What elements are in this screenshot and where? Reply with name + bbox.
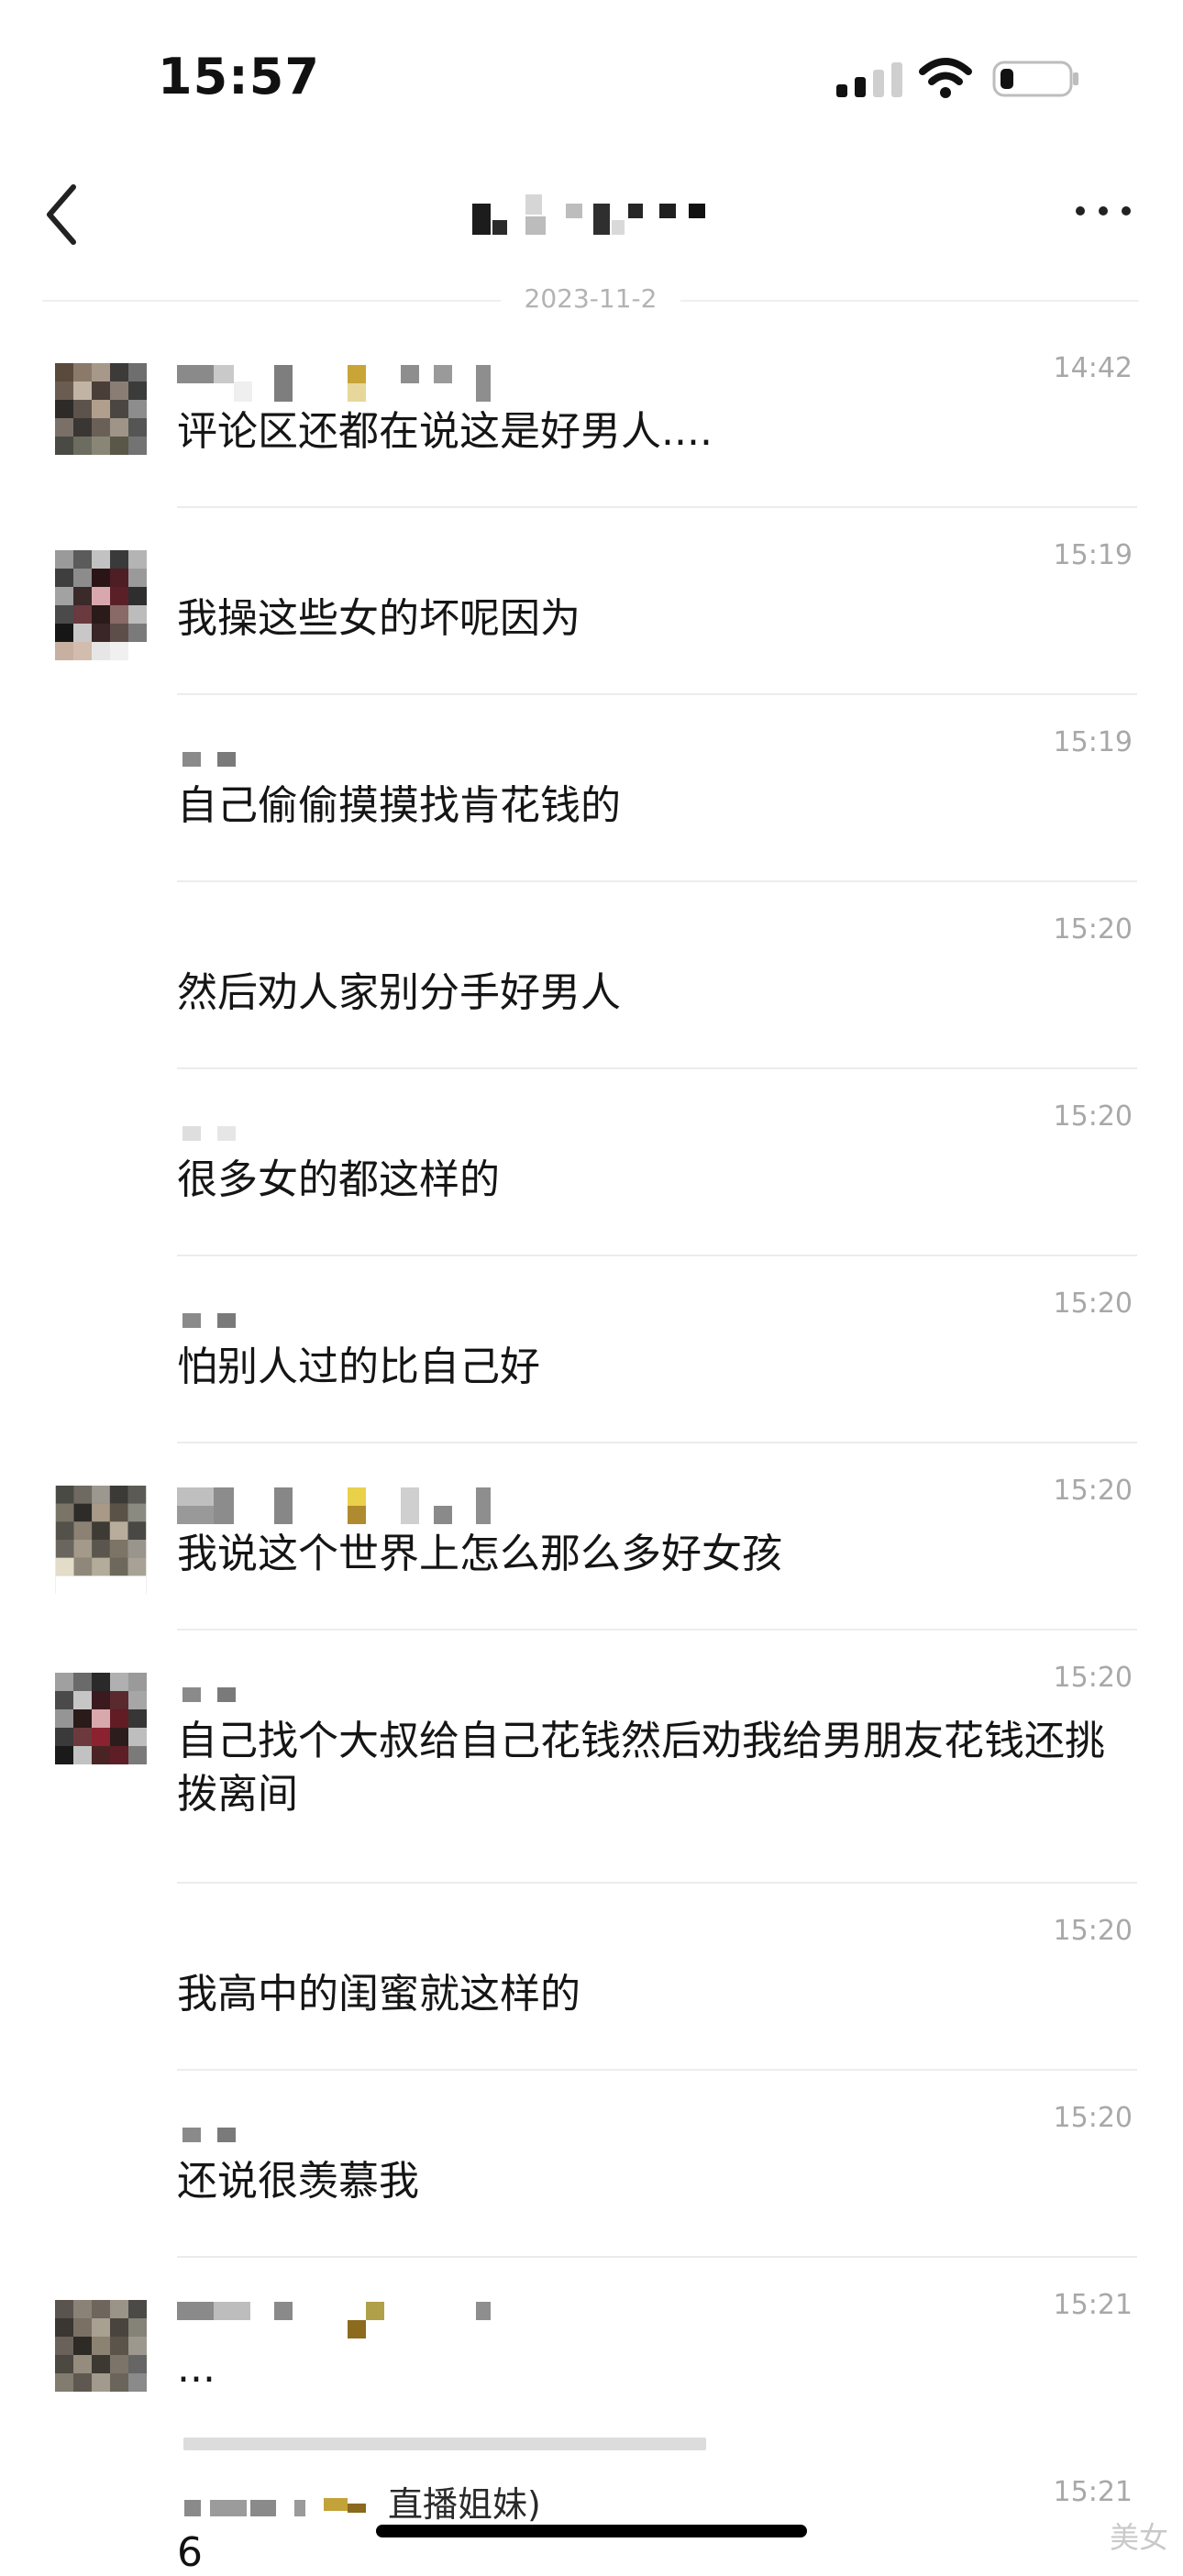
- message-time: 15:20: [1053, 2102, 1133, 2134]
- message-text: 很多女的都这样的: [177, 1156, 500, 1203]
- message-item[interactable]: 14:42 评论区还都在说这是好男人....: [0, 321, 1183, 508]
- message-item[interactable]: 15:20 还说很羡慕我: [0, 2071, 1183, 2258]
- message-time: 15:20: [1053, 1475, 1133, 1507]
- date-label: 2023-11-2: [524, 283, 658, 314]
- message-item[interactable]: 15:19 我操这些女的坏呢因为: [0, 508, 1183, 695]
- message-time: 15:21: [1053, 2476, 1133, 2508]
- avatar[interactable]: [55, 363, 147, 455]
- chat-header: [0, 156, 1183, 284]
- message-time: 15:19: [1053, 539, 1133, 571]
- message-time: 15:20: [1053, 1288, 1133, 1320]
- wifi-icon: [919, 58, 972, 98]
- chat-title-mosaic: [472, 194, 705, 235]
- sender-name-mosaic: [184, 2497, 366, 2516]
- sender-name-suffix: 直播姐妹): [388, 2484, 541, 2525]
- home-indicator[interactable]: [376, 2525, 807, 2537]
- battery-icon: [992, 61, 1078, 97]
- message-item[interactable]: 15:20 自己找个大叔给自己花钱然后劝我给男朋友花钱还挑拨离间: [0, 1631, 1183, 1884]
- last-message-sender: 直播姐妹): [177, 2476, 541, 2526]
- date-divider: 2023-11-2: [42, 280, 1139, 320]
- avatar[interactable]: [55, 550, 147, 660]
- sender-name-mosaic: [182, 2128, 236, 2142]
- message-text: 6: [177, 2529, 203, 2576]
- sender-name-mosaic: [177, 365, 491, 402]
- watermark: 美女: [1109, 2520, 1168, 2555]
- sender-name-mosaic: [177, 2302, 491, 2338]
- message-text: 我高中的闺蜜就这样的: [177, 1971, 580, 2018]
- message-time: 15:21: [1053, 2289, 1133, 2321]
- message-item[interactable]: 15:20 很多女的都这样的: [0, 1069, 1183, 1256]
- sender-name-mosaic: [182, 752, 236, 767]
- message-text: 然后劝人家别分手好男人: [177, 969, 621, 1016]
- message-time: 15:20: [1053, 1915, 1133, 1947]
- message-item[interactable]: 15:20 怕别人过的比自己好: [0, 1256, 1183, 1443]
- message-item[interactable]: 15:19 自己偷偷摸摸找肯花钱的: [0, 695, 1183, 882]
- avatar[interactable]: [55, 1673, 147, 1783]
- horizontal-scroll-indicator: [183, 2438, 706, 2450]
- message-text: 怕别人过的比自己好: [177, 1343, 540, 1390]
- sender-name-mosaic: [182, 1687, 236, 1702]
- message-item[interactable]: 15:20 然后劝人家别分手好男人: [0, 882, 1183, 1069]
- cellular-signal-icon: [836, 62, 902, 97]
- message-time: 15:20: [1053, 913, 1133, 945]
- sender-name-mosaic: [177, 1487, 491, 1524]
- message-time: 15:19: [1053, 726, 1133, 758]
- message-text: 我说这个世界上怎么那么多好女孩: [177, 1531, 782, 1577]
- message-text: 自己偷偷摸摸找肯花钱的: [177, 782, 621, 829]
- message-time: 14:42: [1053, 352, 1133, 384]
- avatar[interactable]: [55, 1486, 147, 1594]
- sender-name-mosaic: [182, 1126, 236, 1141]
- message-item[interactable]: 15:20 我高中的闺蜜就这样的: [0, 1884, 1183, 2071]
- status-bar: 15:57: [0, 0, 1183, 156]
- status-time: 15:57: [158, 48, 320, 105]
- sender-name-mosaic: [182, 1313, 236, 1328]
- message-item[interactable]: 15:20 我说这个世界上怎么那么多好女孩: [0, 1443, 1183, 1631]
- message-text: 我操这些女的坏呢因为: [177, 595, 580, 642]
- avatar[interactable]: [55, 2300, 147, 2392]
- message-text: 自己找个大叔给自己花钱然后劝我给男朋友花钱还挑拨离间: [177, 1718, 1105, 1818]
- message-time: 15:20: [1053, 1662, 1133, 1694]
- chevron-left-icon[interactable]: [40, 180, 81, 249]
- message-time: 15:20: [1053, 1100, 1133, 1133]
- message-text: 还说很羡慕我: [177, 2158, 419, 2205]
- more-options-icon[interactable]: [1071, 200, 1135, 222]
- message-item[interactable]: 15:21 ...: [0, 2258, 1183, 2445]
- message-text: ...: [177, 2345, 216, 2392]
- message-text: 评论区还都在说这是好男人....: [177, 408, 713, 455]
